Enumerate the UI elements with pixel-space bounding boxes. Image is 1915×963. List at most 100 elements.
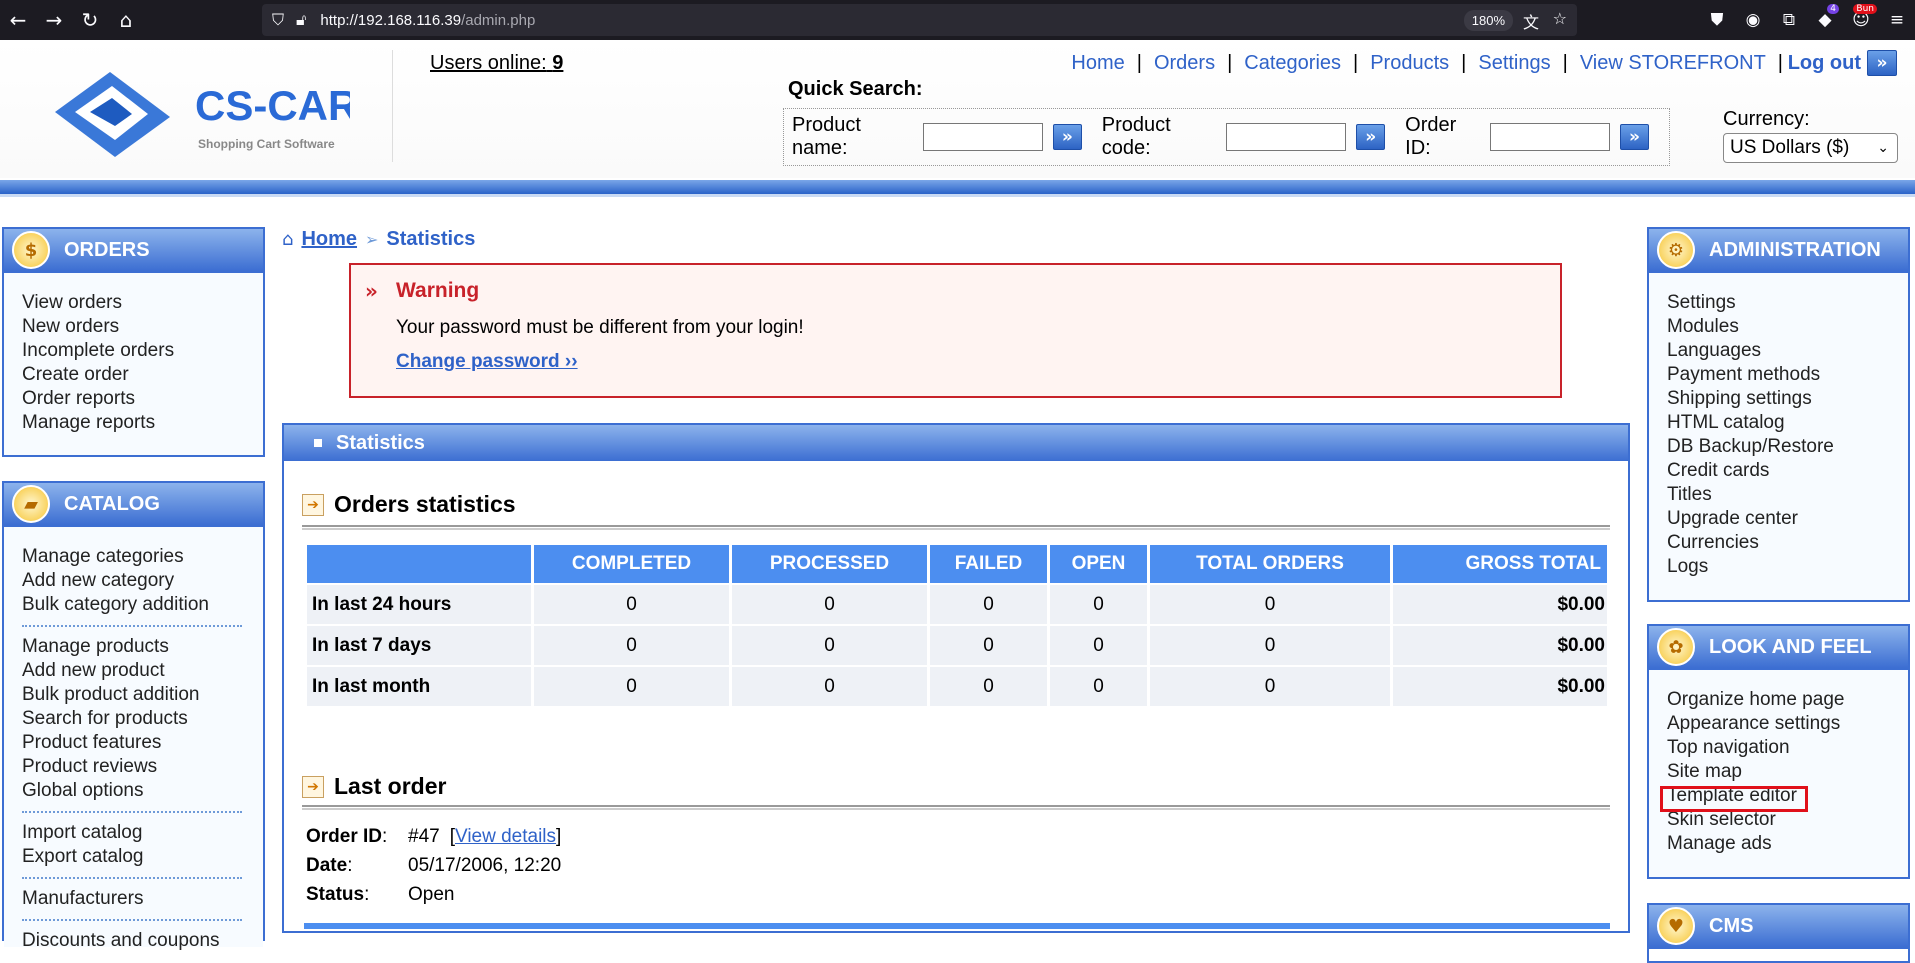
forward-icon[interactable]: → bbox=[36, 0, 72, 40]
home-icon[interactable]: ⌂ bbox=[108, 0, 144, 40]
nav-settings[interactable]: Settings bbox=[1478, 52, 1550, 75]
menu-settings[interactable]: Settings bbox=[1667, 291, 1890, 315]
menu-icon[interactable]: ≡ bbox=[1879, 0, 1915, 40]
cs-cart-logo[interactable]: CS-CART Shopping Cart Software bbox=[50, 62, 350, 162]
bookmark-star-icon[interactable]: ☆ bbox=[1553, 9, 1567, 28]
pocket-icon[interactable]: ⛊ bbox=[1699, 0, 1735, 40]
nav-separator: | bbox=[1562, 52, 1568, 74]
menu-manufacturers[interactable]: Manufacturers bbox=[22, 887, 245, 911]
extension-fox-icon[interactable]: ☺ Bun bbox=[1843, 0, 1879, 40]
menu-logs[interactable]: Logs bbox=[1667, 555, 1890, 579]
logout-button[interactable]: Log out » bbox=[1788, 50, 1897, 76]
cell-gross-total: $0.00 bbox=[1393, 667, 1607, 706]
menu-top-navigation[interactable]: Top navigation bbox=[1667, 736, 1890, 760]
product-code-label: Product code: bbox=[1101, 114, 1171, 159]
change-password-link[interactable]: Change password ›› bbox=[396, 351, 578, 373]
menu-manage-products[interactable]: Manage products bbox=[22, 635, 245, 659]
view-details-link[interactable]: View details bbox=[455, 826, 556, 847]
menu-global-options[interactable]: Global options bbox=[22, 779, 245, 803]
order-id-search-button[interactable]: » bbox=[1620, 124, 1649, 150]
menu-search-for-products[interactable]: Search for products bbox=[22, 707, 245, 731]
cms-box-title: CMS bbox=[1709, 914, 1754, 937]
product-name-input[interactable] bbox=[922, 123, 1043, 151]
product-code-input[interactable] bbox=[1226, 123, 1347, 151]
status-row: Status: Open bbox=[306, 880, 561, 909]
extensions-icon[interactable]: ⧉ bbox=[1771, 0, 1807, 40]
menu-payment-methods[interactable]: Payment methods bbox=[1667, 363, 1890, 387]
reload-icon[interactable]: ↻ bbox=[72, 0, 108, 40]
menu-credit-cards[interactable]: Credit cards bbox=[1667, 459, 1890, 483]
logout-label[interactable]: Log out bbox=[1788, 52, 1861, 75]
product-code-search-button[interactable]: » bbox=[1356, 124, 1386, 150]
menu-html-catalog[interactable]: HTML catalog bbox=[1667, 411, 1890, 435]
menu-site-map[interactable]: Site map bbox=[1667, 760, 1890, 784]
menu-organize-home-page[interactable]: Organize home page bbox=[1667, 688, 1890, 712]
menu-db-backup-restore[interactable]: DB Backup/Restore bbox=[1667, 435, 1890, 459]
administration-box-title: ADMINISTRATION bbox=[1709, 238, 1881, 261]
menu-languages[interactable]: Languages bbox=[1667, 339, 1890, 363]
currency-select[interactable]: US Dollars ($) ⌄ bbox=[1723, 133, 1898, 163]
menu-discounts-and-coupons[interactable]: Discounts and coupons bbox=[22, 929, 245, 953]
nav-categories[interactable]: Categories bbox=[1244, 52, 1341, 75]
menu-view-orders[interactable]: View orders bbox=[22, 291, 245, 315]
cms-box-header: ♥ CMS bbox=[1649, 905, 1908, 949]
menu-appearance-settings[interactable]: Appearance settings bbox=[1667, 712, 1890, 736]
menu-import-catalog[interactable]: Import catalog bbox=[22, 821, 245, 845]
menu-create-order[interactable]: Create order bbox=[22, 363, 245, 387]
menu-upgrade-center[interactable]: Upgrade center bbox=[1667, 507, 1890, 531]
order-id-input[interactable] bbox=[1490, 123, 1611, 151]
product-name-search-button[interactable]: » bbox=[1052, 124, 1082, 150]
nav-separator: | bbox=[1461, 52, 1467, 74]
row-label: In last 24 hours bbox=[307, 585, 531, 624]
cell-total-orders: 0 bbox=[1150, 585, 1390, 624]
cell-completed: 0 bbox=[534, 585, 729, 624]
breadcrumb-home[interactable]: Home bbox=[301, 228, 357, 251]
nav-home[interactable]: Home bbox=[1071, 52, 1124, 75]
menu-titles[interactable]: Titles bbox=[1667, 483, 1890, 507]
cell-open: 0 bbox=[1050, 585, 1147, 624]
nav-products[interactable]: Products bbox=[1370, 52, 1449, 75]
orders-statistics-heading: ➔ Orders statistics bbox=[302, 491, 516, 518]
menu-manage-ads[interactable]: Manage ads bbox=[1667, 832, 1890, 856]
product-name-label: Product name: bbox=[792, 114, 861, 159]
menu-manage-reports[interactable]: Manage reports bbox=[22, 411, 245, 435]
arrow-right-icon: ➔ bbox=[302, 775, 324, 798]
nav-view-storefront[interactable]: View STOREFRONT bbox=[1580, 52, 1766, 75]
translate-icon[interactable]: 文 bbox=[1523, 9, 1539, 33]
nav-orders[interactable]: Orders bbox=[1154, 52, 1215, 75]
shield-icon[interactable]: ⛉ bbox=[272, 10, 284, 30]
last-order-title: Last order bbox=[334, 773, 447, 799]
date-value: 05/17/2006, 12:20 bbox=[408, 855, 562, 876]
logout-arrow-icon[interactable]: » bbox=[1867, 50, 1897, 76]
lock-icon[interactable]: 🔓︎ bbox=[296, 10, 306, 30]
menu-bulk-category-addition[interactable]: Bulk category addition bbox=[22, 593, 245, 617]
warning-title: Warning bbox=[396, 279, 480, 302]
menu-shipping-settings[interactable]: Shipping settings bbox=[1667, 387, 1890, 411]
nav-separator: | bbox=[1777, 52, 1783, 74]
url-text[interactable]: http://192.168.116.39/admin.php bbox=[320, 12, 535, 29]
menu-new-orders[interactable]: New orders bbox=[22, 315, 245, 339]
zoom-level[interactable]: 180% bbox=[1463, 10, 1513, 31]
quick-search-label: Quick Search: bbox=[788, 78, 923, 100]
menu-add-new-product[interactable]: Add new product bbox=[22, 659, 245, 683]
menu-order-reports[interactable]: Order reports bbox=[22, 387, 245, 411]
cell-gross-total: $0.00 bbox=[1393, 626, 1607, 665]
menu-modules[interactable]: Modules bbox=[1667, 315, 1890, 339]
url-bar[interactable]: ⛉ 🔓︎ http://192.168.116.39/admin.php 180… bbox=[262, 4, 1577, 36]
menu-product-reviews[interactable]: Product reviews bbox=[22, 755, 245, 779]
last-order-details: Order ID: #47 [View details] Date: 05/17… bbox=[306, 822, 561, 909]
back-icon[interactable]: ← bbox=[0, 0, 36, 40]
menu-incomplete-orders[interactable]: Incomplete orders bbox=[22, 339, 245, 363]
cms-icon: ♥ bbox=[1657, 907, 1695, 945]
menu-bulk-product-addition[interactable]: Bulk product addition bbox=[22, 683, 245, 707]
menu-export-catalog[interactable]: Export catalog bbox=[22, 845, 245, 869]
breadcrumb-arrow-icon: ➢ bbox=[365, 230, 379, 249]
cell-total-orders: 0 bbox=[1150, 626, 1390, 665]
orders-box-title: ORDERS bbox=[64, 238, 150, 261]
menu-product-features[interactable]: Product features bbox=[22, 731, 245, 755]
extension-shield-icon[interactable]: ◆ 4 bbox=[1807, 0, 1843, 40]
menu-add-new-category[interactable]: Add new category bbox=[22, 569, 245, 593]
account-icon[interactable]: ◉ bbox=[1735, 0, 1771, 40]
menu-manage-categories[interactable]: Manage categories bbox=[22, 545, 245, 569]
menu-currencies[interactable]: Currencies bbox=[1667, 531, 1890, 555]
